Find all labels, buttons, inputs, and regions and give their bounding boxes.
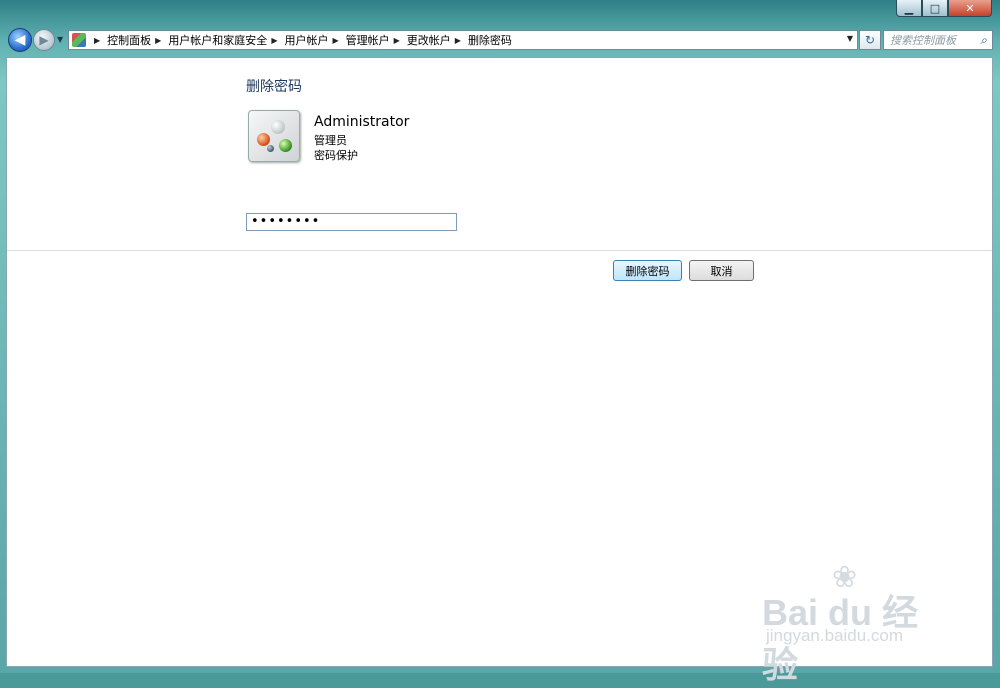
close-button[interactable]: ✕ (948, 0, 992, 17)
refresh-button[interactable]: ↻ (859, 30, 881, 50)
search-input[interactable]: 搜索控制面板 ⌕ (883, 30, 993, 50)
chevron-right-icon[interactable]: ▶ (394, 36, 400, 45)
minimize-button[interactable]: ▁ (896, 0, 922, 17)
remove-password-button[interactable]: 删除密码 (613, 260, 682, 281)
chevron-right-icon[interactable]: ▶ (94, 36, 100, 45)
control-panel-icon (72, 33, 86, 47)
chevron-right-icon[interactable]: ▶ (155, 36, 161, 45)
back-button[interactable]: ◀ (8, 28, 32, 52)
navigation-bar: ◀ ▶ ▼ ▶ 控制面板 ▶ 用户帐户和家庭安全 ▶ 用户帐户 ▶ 管理帐户 ▶… (6, 27, 994, 53)
watermark: ❀ Bai du 经验 jingyan.baidu.com (762, 560, 952, 685)
avatar-ball (271, 120, 285, 134)
avatar-ball (257, 133, 270, 146)
breadcrumb-item[interactable]: 管理帐户 (346, 32, 390, 48)
chevron-right-icon[interactable]: ▶ (332, 36, 338, 45)
breadcrumb-item[interactable]: 控制面板 (107, 32, 151, 48)
breadcrumb-item[interactable]: 用户帐户 (284, 32, 328, 48)
watermark-url: jingyan.baidu.com (766, 626, 904, 645)
forward-button[interactable]: ▶ (33, 29, 55, 51)
search-placeholder: 搜索控制面板 (890, 34, 956, 47)
address-bar[interactable]: ▶ 控制面板 ▶ 用户帐户和家庭安全 ▶ 用户帐户 ▶ 管理帐户 ▶ 更改帐户 … (68, 30, 858, 50)
divider (7, 250, 992, 251)
breadcrumb-item[interactable]: 更改帐户 (407, 32, 451, 48)
chevron-right-icon[interactable]: ▶ (455, 36, 461, 45)
avatar-ball (267, 145, 274, 152)
window-controls: ▁ □ ✕ (896, 0, 992, 18)
user-name: Administrator (314, 114, 410, 130)
breadcrumb-item[interactable]: 用户帐户和家庭安全 (168, 32, 267, 48)
page-title: 删除密码 (246, 79, 302, 95)
recent-pages-icon[interactable]: ▼ (57, 35, 63, 44)
search-icon[interactable]: ⌕ (980, 33, 987, 48)
chevron-right-icon[interactable]: ▶ (271, 36, 277, 45)
user-password-status: 密码保护 (314, 149, 358, 162)
password-field[interactable]: •••••••• (246, 213, 457, 231)
avatar-ball (279, 139, 292, 152)
user-role: 管理员 (314, 134, 347, 147)
maximize-button[interactable]: □ (922, 0, 948, 17)
chevron-down-icon[interactable]: ▼ (847, 34, 853, 43)
breadcrumb-current[interactable]: 删除密码 (468, 32, 512, 48)
user-avatar (248, 110, 300, 162)
cancel-button[interactable]: 取消 (689, 260, 754, 281)
